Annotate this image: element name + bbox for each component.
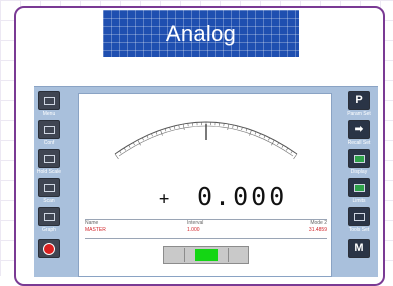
print-button[interactable]: P [348,91,370,110]
gauge-tick [268,138,269,141]
gauge-tick [147,136,148,139]
level-label: Limits [339,198,378,204]
chart-icon [354,155,365,163]
title-banner: Analog [103,10,299,57]
reading-value: 0.000 [197,182,287,211]
gauge-tick [183,124,184,130]
waveform-label: Scan [34,198,69,204]
gauge-tick [124,148,126,151]
gauge-tick [179,125,180,128]
gauge-tick [156,132,157,135]
gauge-tick [115,154,118,159]
info-value-row: MASTER 1.000 31.4859 [85,227,327,239]
gauge-tick [165,128,166,131]
contrast-button[interactable] [38,120,60,139]
waveform-icon [44,184,55,192]
add-scale-icon [44,155,55,163]
level-bar-fill [195,249,218,261]
gauge-tick [129,145,131,148]
gauge-tick [264,136,265,139]
value-interval: 1.000 [187,227,267,233]
trend-button[interactable] [38,207,60,226]
gauge-tick [133,142,134,145]
tools-label: Tools Set [339,227,378,233]
gauge-tick [174,126,175,129]
menu-label: Menu [34,111,69,117]
app-screen: Menu Conf Hold Scale Scan Graph P Param Set ➡ R… [34,86,378,277]
contrast-label: Conf [34,140,69,146]
level-icon [354,184,365,192]
gauge-tick [246,128,247,131]
gauge-tick [294,154,297,159]
gauge-tick [250,130,252,136]
chart-button[interactable] [348,149,370,168]
gauge-tick [282,145,284,148]
tools-button[interactable] [348,207,370,226]
memory-button[interactable]: M [348,239,370,258]
stop-icon [43,243,55,255]
header-mode: Mode 2 [261,220,327,226]
print-label: Param Set [339,111,378,117]
header-name: Name [85,220,165,226]
gauge-tick [142,138,143,141]
gauge-tick [170,127,171,130]
value-name: MASTER [85,227,165,233]
gauge-tick [291,151,293,153]
level-button[interactable] [348,178,370,197]
add-scale-label: Hold Scale [34,169,69,175]
add-scale-button[interactable] [38,149,60,168]
gauge-tick [228,124,229,130]
value-mode: 31.4859 [261,227,327,233]
level-bar-tick [228,248,229,262]
arrow-right-icon: ➡ [355,124,363,135]
gauge-tick [259,134,260,137]
memory-icon: M [354,243,363,254]
menu-button[interactable] [38,91,60,110]
level-bar [163,246,249,264]
gauge-tick [277,142,278,145]
print-icon: P [355,95,362,106]
reading-sign: + [159,189,169,209]
analog-display: + 0.000 Name Interval Mode 2 MASTER 1.00… [78,93,332,277]
header-interval: Interval [187,220,267,226]
gauge-tick [233,125,234,128]
gauge-tick [237,126,238,129]
gauge-tick [255,132,256,135]
page-title: Analog [166,21,236,47]
trend-label: Graph [34,227,69,233]
arrow-right-button[interactable]: ➡ [348,120,370,139]
level-bar-tick [184,248,185,262]
analog-gauge [79,94,333,184]
arrow-right-label: Recall Set [339,140,378,146]
gauge-tick [161,130,163,136]
gauge-tick [120,151,122,153]
menu-icon [44,97,55,105]
tools-icon [354,213,365,221]
gauge-tick [151,134,152,137]
stop-button[interactable] [38,239,60,258]
contrast-icon [44,126,55,134]
gauge-tick [242,127,243,130]
trend-icon [44,213,55,221]
chart-label: Display [339,169,378,175]
gauge-tick [286,148,288,151]
waveform-button[interactable] [38,178,60,197]
